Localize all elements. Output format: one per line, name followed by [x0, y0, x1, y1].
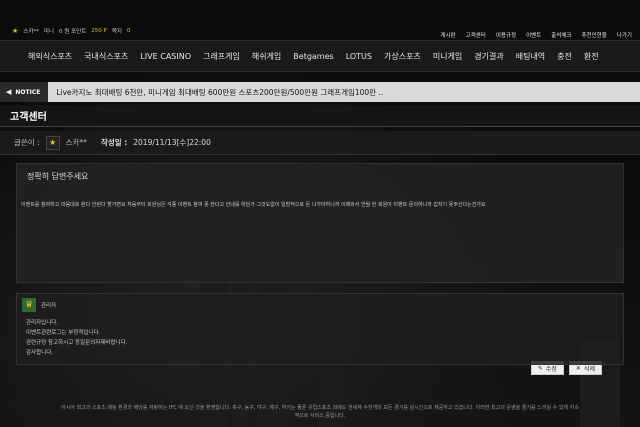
delete-icon: ✕	[575, 364, 581, 372]
comment-line: 관리자입니다.	[26, 320, 59, 326]
user-name: 스카**	[23, 29, 39, 35]
post-date: 2019/11/13[수]22:00	[133, 138, 211, 147]
comment-line: 관련규정 참고하시고 등일문의자제바랍니다.	[26, 340, 128, 346]
notice-tag-label: NOTICE	[15, 88, 41, 96]
main-nav: 해외식스포츠 국내식스포츠 LIVE CASINO 그래프게임 해쉬게임 Bet…	[0, 40, 640, 72]
toplink-logout[interactable]: 나가기	[617, 31, 632, 39]
nav-withdraw[interactable]: 환전	[578, 51, 605, 62]
top-links: 게시판 고객센터 이용규정 이벤트 출석체크 추천인현황 나가기	[440, 31, 632, 39]
nav-domestic-sports[interactable]: 국내식스포츠	[78, 51, 134, 62]
page-title: 고객센터	[0, 105, 640, 127]
comment-line: 감사합니다.	[26, 350, 54, 356]
nav-overseas-sports[interactable]: 해외식스포츠	[22, 51, 78, 62]
post-meta: 글쓴이 : ★ 스카** 작성일 : 2019/11/13[수]22:00	[0, 131, 640, 155]
nav-live-casino[interactable]: LIVE CASINO	[134, 52, 197, 61]
speaker-icon: ◀	[6, 88, 12, 96]
admin-comment: ♛ 관리자 관리자입니다. 이벤트관련로그는 부정적입니다. 관련규정 참고하시…	[16, 293, 624, 365]
date-label: 작성일 :	[100, 138, 128, 147]
user-point: 0 원 포인트	[59, 29, 87, 35]
writer-label: 글쓴이 :	[14, 138, 40, 147]
toplink-board[interactable]: 게시판	[440, 31, 455, 39]
message-count: 0	[126, 28, 131, 34]
edit-icon: ✎	[537, 364, 543, 372]
nav-deposit[interactable]: 충전	[551, 51, 578, 62]
comment-body: 관리자입니다. 이벤트관련로그는 부정적입니다. 관련규정 참고하시고 등일문의…	[26, 318, 127, 358]
post-subject: 정확히 답변주세요	[27, 172, 89, 181]
post-body: 이벤트를 참여하고 마음대로 본다 안된다 할거면요 처음부터 회원님은 각종 …	[21, 202, 486, 208]
notice-text[interactable]: Live카지노 최대배팅 6천만, 미니게임 최대배팅 600만원 스포츠200…	[48, 87, 383, 98]
notice-bar: ◀ NOTICE Live카지노 최대배팅 6천만, 미니게임 최대배팅 600…	[0, 82, 640, 102]
toplink-referral[interactable]: 추천인현황	[582, 31, 607, 39]
author-star-icon: ★	[45, 135, 60, 150]
top-bar: ★ 스카** 미니 0 원 포인트 250 P 쪽지 0 게시판 고객센터 이용…	[0, 0, 640, 40]
crown-icon: ♛	[22, 298, 36, 312]
nav-graph-game[interactable]: 그래프게임	[197, 51, 246, 62]
nav-results[interactable]: 경기결과	[468, 51, 509, 62]
message-label[interactable]: 쪽지	[112, 27, 122, 35]
toplink-attendance[interactable]: 출석체크	[551, 31, 571, 39]
user-money: 250 P	[91, 28, 107, 34]
nav-mini-game[interactable]: 미니게임	[427, 51, 468, 62]
toplink-rules[interactable]: 이용규정	[496, 31, 516, 39]
comment-line: 이벤트관련로그는 부정적입니다.	[26, 330, 101, 336]
rank-star-icon: ★	[12, 27, 19, 35]
page: ★ 스카** 미니 0 원 포인트 250 P 쪽지 0 게시판 고객센터 이용…	[0, 0, 640, 365]
post-article: 정확히 답변주세요 이벤트를 참여하고 마음대로 본다 안된다 할거면요 처음부…	[16, 163, 624, 283]
user-level: 미니	[43, 29, 55, 35]
post-author: 스카**	[65, 138, 87, 147]
toplink-event[interactable]: 이벤트	[526, 31, 541, 39]
nav-hash-game[interactable]: 해쉬게임	[246, 51, 287, 62]
nav-bet-history[interactable]: 배팅내역	[510, 51, 551, 62]
footer-text: 아시아 최고의 스포츠 배팅 환경과 배당률 자랑하는 IFC 에 오신 것을 …	[61, 405, 579, 419]
nav-virtual-sports[interactable]: 가상스포츠	[378, 51, 427, 62]
nav-betgames[interactable]: Betgames	[287, 52, 339, 61]
comment-author: 관리자	[41, 303, 57, 309]
toplink-support[interactable]: 고객센터	[466, 31, 486, 39]
user-info: ★ 스카** 미니 0 원 포인트 250 P 쪽지 0	[12, 27, 130, 35]
nav-lotus[interactable]: LOTUS	[340, 52, 378, 61]
notice-tag: ◀ NOTICE	[0, 82, 49, 102]
